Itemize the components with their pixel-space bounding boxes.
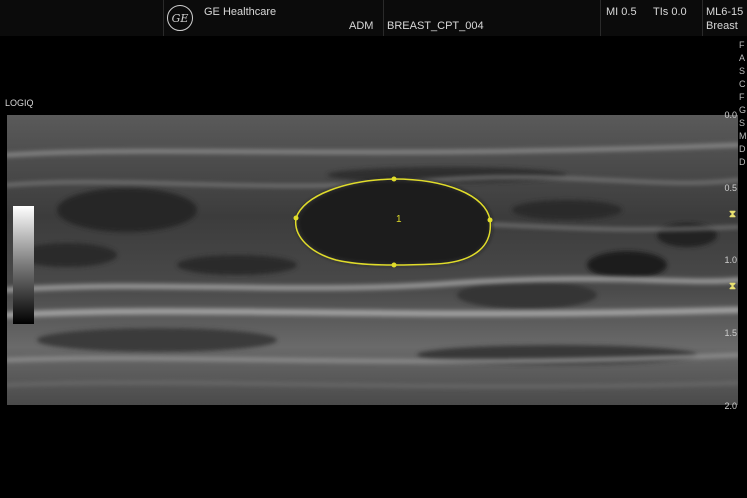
depth-tick: 0.0 <box>724 110 737 120</box>
caliper-point[interactable] <box>391 262 397 268</box>
focus-marker-icon[interactable]: ⧗ <box>729 209 736 220</box>
lesion-trace[interactable]: 1 <box>0 0 747 498</box>
depth-tick: 1.5 <box>724 328 737 338</box>
caliper-point[interactable] <box>293 215 299 221</box>
grayscale-bar <box>13 206 34 324</box>
focus-marker-icon[interactable]: ⧗ <box>729 281 736 292</box>
depth-tick: 0.5 <box>724 183 737 193</box>
caliper-point[interactable] <box>487 217 493 223</box>
depth-tick: 2.0 <box>724 401 737 411</box>
depth-tick: 1.0 <box>724 255 737 265</box>
caliper-point[interactable] <box>391 176 397 182</box>
lesion-label: 1 <box>396 214 402 225</box>
